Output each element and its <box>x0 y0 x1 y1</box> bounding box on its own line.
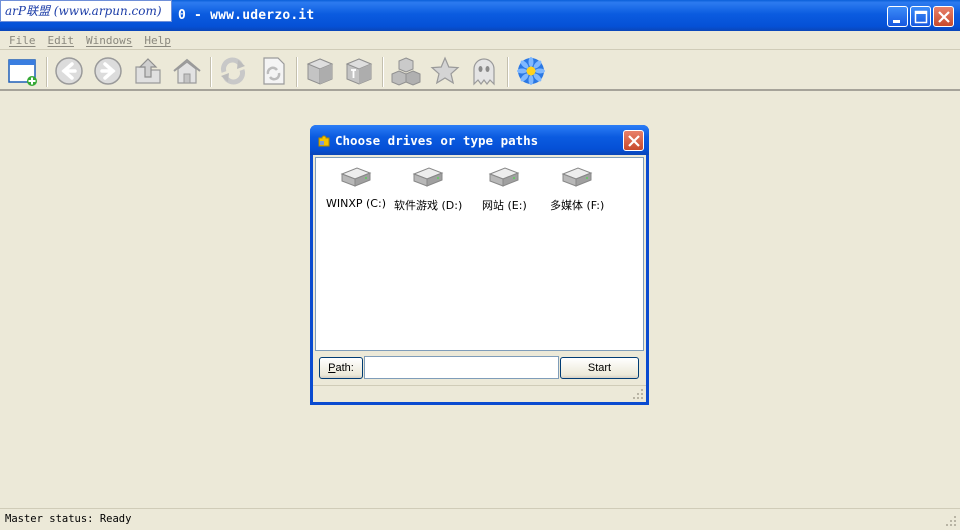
path-input[interactable] <box>364 356 559 379</box>
close-icon <box>628 135 640 147</box>
drive-item-e[interactable]: 网站 (E:) <box>482 164 527 213</box>
close-icon <box>938 11 950 23</box>
toolbar <box>0 51 960 91</box>
reload-page-button[interactable] <box>257 55 289 87</box>
up-folder-button[interactable] <box>132 55 164 87</box>
ghost-button[interactable] <box>468 55 500 87</box>
drive-label: 网站 (E:) <box>482 199 527 212</box>
minimize-icon <box>893 20 900 23</box>
drive-item-d[interactable]: 软件游戏 (D:) <box>394 164 462 213</box>
back-button[interactable] <box>53 55 85 87</box>
refresh-button[interactable] <box>217 55 249 87</box>
dialog-close-button[interactable] <box>623 130 644 151</box>
up-folder-icon <box>135 58 161 84</box>
cube-text-button[interactable] <box>343 55 375 87</box>
star-icon <box>430 56 460 85</box>
drive-item-f[interactable]: 多媒体 (F:) <box>550 164 604 213</box>
new-window-button[interactable] <box>7 55 39 87</box>
cube-text-icon <box>345 58 373 85</box>
drive-item-c[interactable]: WINXP (C:) <box>326 164 386 210</box>
maximize-button[interactable] <box>910 6 931 27</box>
menu-edit[interactable]: Edit <box>48 31 75 49</box>
resize-grip-icon[interactable] <box>632 388 644 400</box>
maximize-icon <box>914 10 928 24</box>
cube-icon <box>306 58 334 85</box>
status-bar: Master status: Ready <box>0 508 960 530</box>
new-window-icon <box>8 59 37 86</box>
cubes-icon <box>391 57 421 86</box>
close-button[interactable] <box>933 6 954 27</box>
puzzle-icon <box>318 135 330 147</box>
ghost-icon <box>473 58 495 86</box>
path-button[interactable]: Path: <box>319 357 363 379</box>
menu-help[interactable]: Help <box>144 31 171 49</box>
dialog-title: Choose drives or type paths <box>335 133 539 148</box>
dialog-title-bar[interactable]: Choose drives or type paths <box>310 125 649 155</box>
menu-file[interactable]: File <box>9 31 36 49</box>
drive-label: 多媒体 (F:) <box>550 199 605 212</box>
drive-list: WINXP (C:) 软件游戏 (D:) 网站 (E:) 多媒体 (F:) <box>315 157 644 351</box>
forward-icon <box>94 57 122 85</box>
flower-icon <box>517 57 545 85</box>
watermark: arP联盟 (www.arpun.com) <box>0 0 172 22</box>
cubes-button[interactable] <box>390 55 422 87</box>
path-button-label: ath: <box>335 362 354 374</box>
reload-page-icon <box>263 57 285 85</box>
choose-drives-dialog: Choose drives or type paths WINXP (C:) 软… <box>310 125 649 405</box>
dialog-status-bar <box>313 385 646 402</box>
drive-label: 软件游戏 (D:) <box>394 199 463 212</box>
window-title: 0 - www.uderzo.it <box>178 8 315 23</box>
path-row: Path: Start <box>313 354 646 384</box>
flower-button[interactable] <box>515 55 547 87</box>
back-icon <box>55 57 83 85</box>
status-text: Master status: Ready <box>5 513 132 525</box>
title-bar[interactable]: 0 - www.uderzo.it arP联盟 (www.arpun.com) <box>0 0 960 31</box>
menu-windows[interactable]: Windows <box>86 31 132 49</box>
hard-drive-icon <box>489 167 520 187</box>
forward-button[interactable] <box>92 55 124 87</box>
home-button[interactable] <box>171 55 203 87</box>
menu-bar: File Edit Windows Help <box>0 31 960 50</box>
dialog-body: WINXP (C:) 软件游戏 (D:) 网站 (E:) 多媒体 (F:) Pa… <box>313 155 646 402</box>
resize-grip-icon[interactable] <box>945 515 957 527</box>
favorites-button[interactable] <box>429 55 461 87</box>
hard-drive-icon <box>412 167 444 187</box>
hard-drive-icon <box>340 167 372 187</box>
cube-button[interactable] <box>304 55 336 87</box>
minimize-button[interactable] <box>887 6 908 27</box>
home-icon <box>173 58 201 84</box>
refresh-icon <box>221 57 245 85</box>
hard-drive-icon <box>561 167 593 187</box>
window-controls <box>887 6 954 27</box>
start-button[interactable]: Start <box>560 357 639 379</box>
drive-label: WINXP (C:) <box>326 197 386 210</box>
